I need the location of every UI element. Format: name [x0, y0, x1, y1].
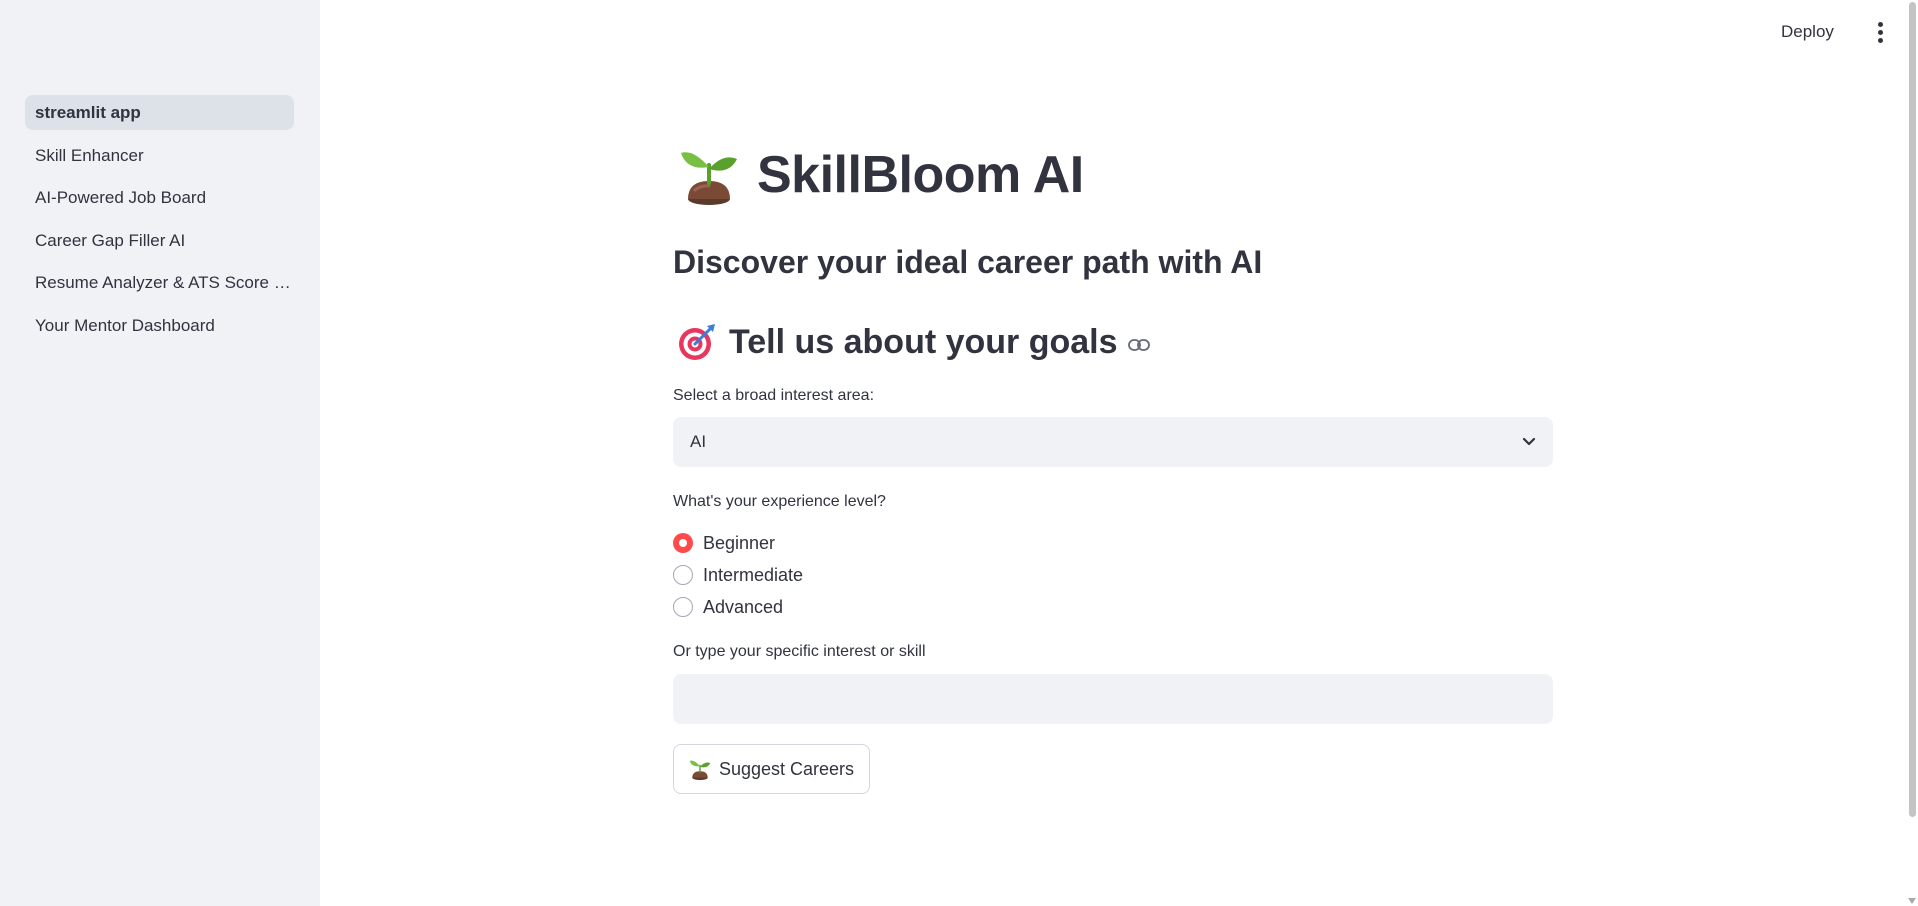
sidebar-item-career-gap-filler[interactable]: Career Gap Filler AI — [25, 223, 294, 258]
scrollbar-thumb[interactable] — [1909, 2, 1916, 817]
sidebar-item-streamlit-app[interactable]: streamlit app — [25, 95, 294, 130]
sidebar-nav: streamlit app Skill Enhancer AI-Powered … — [25, 95, 294, 350]
page-title-row: SkillBloom AI — [679, 140, 1084, 210]
scroll-down-arrow-icon[interactable] — [1908, 898, 1916, 904]
link-icon[interactable] — [1127, 339, 1150, 351]
section-heading: Tell us about your goals — [729, 322, 1118, 361]
radio-option-intermediate[interactable]: Intermediate — [673, 559, 803, 591]
radio-label: Beginner — [703, 532, 776, 553]
experience-label: What's your experience level? — [673, 493, 886, 510]
radio-label: Advanced — [703, 596, 784, 617]
more-vertical-icon[interactable] — [1870, 22, 1890, 46]
chevron-down-icon — [1522, 437, 1536, 446]
radio-option-advanced[interactable]: Advanced — [673, 591, 803, 623]
scrollbar[interactable] — [1906, 0, 1918, 906]
page-subtitle: Discover your ideal career path with AI — [673, 244, 1263, 280]
interest-select[interactable]: AI — [673, 417, 1553, 467]
radio-button[interactable] — [673, 597, 693, 617]
page-title: SkillBloom AI — [757, 146, 1084, 204]
sidebar-item-resume-analyzer[interactable]: Resume Analyzer & ATS Score Checker — [25, 265, 294, 300]
specific-interest-input[interactable] — [673, 674, 1553, 724]
sidebar-item-skill-enhancer[interactable]: Skill Enhancer — [25, 138, 294, 173]
radio-label: Intermediate — [703, 564, 804, 585]
target-icon — [679, 324, 715, 360]
interest-select-value: AI — [690, 432, 707, 451]
seedling-icon — [681, 152, 737, 205]
sidebar-item-job-board[interactable]: AI-Powered Job Board — [25, 180, 294, 215]
radio-option-beginner[interactable]: Beginner — [673, 527, 803, 559]
seedling-icon — [689, 760, 711, 780]
radio-button[interactable] — [673, 565, 693, 585]
sidebar-item-mentor-dashboard[interactable]: Your Mentor Dashboard — [25, 308, 294, 343]
section-heading-row: Tell us about your goals — [677, 320, 1150, 364]
radio-button-checked[interactable] — [673, 533, 693, 553]
experience-radio-group: Beginner Intermediate Advanced — [673, 527, 803, 623]
specific-interest-label: Or type your specific interest or skill — [673, 643, 926, 660]
suggest-careers-label: Suggest Careers — [718, 758, 855, 779]
suggest-careers-button[interactable]: Suggest Careers — [673, 744, 870, 794]
interest-select-label: Select a broad interest area: — [673, 387, 875, 404]
sidebar: streamlit app Skill Enhancer AI-Powered … — [0, 0, 320, 906]
deploy-button[interactable]: Deploy — [1781, 22, 1834, 42]
